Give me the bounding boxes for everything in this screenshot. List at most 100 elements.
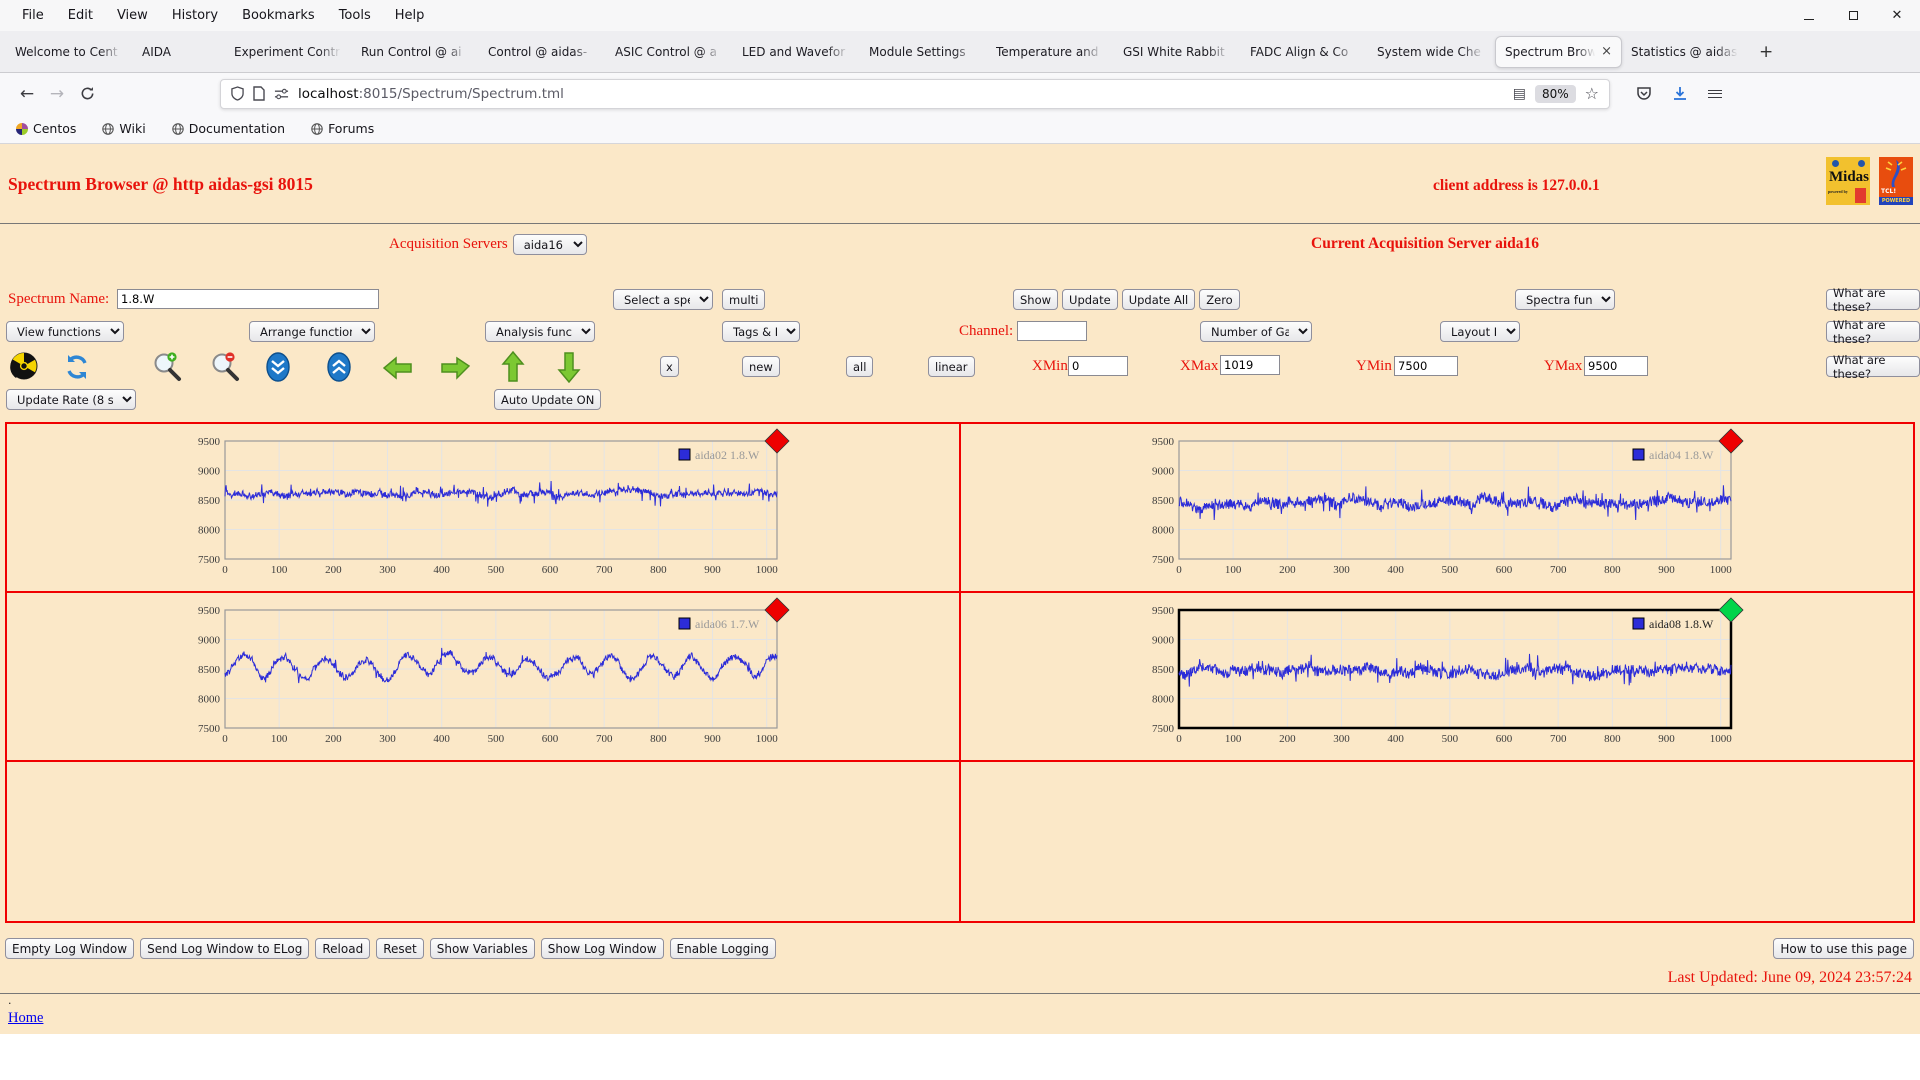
bookmark-wiki[interactable]: Wiki (102, 121, 146, 136)
show-log-window-button[interactable]: Show Log Window (540, 938, 664, 959)
reader-mode-icon[interactable]: ▤ (1513, 86, 1526, 102)
acquisition-server-select[interactable]: aida16 (512, 234, 587, 255)
x-axis-button[interactable]: x (660, 356, 679, 377)
menu-history[interactable]: History (160, 4, 230, 27)
menu-file[interactable]: File (10, 4, 56, 27)
tags-fits-select[interactable]: Tags & Fits (722, 321, 800, 342)
gallery-cell-empty-1[interactable] (5, 760, 961, 923)
update-button[interactable]: Update (1062, 289, 1118, 310)
move-down-icon[interactable] (557, 351, 581, 387)
refresh-icon[interactable] (64, 354, 90, 384)
send-log-to-elog-button[interactable]: Send Log Window to ELog (140, 938, 310, 959)
menu-bookmarks[interactable]: Bookmarks (230, 4, 327, 27)
tab-statistics[interactable]: Statistics @ aidas (1622, 36, 1749, 68)
linear-button[interactable]: linear (928, 356, 975, 377)
show-button[interactable]: Show (1013, 289, 1059, 310)
bookmark-centos[interactable]: Centos (16, 121, 76, 136)
gallery-cell-aida02[interactable]: 0 100 200 300 400 500 600 700 800 900 1000 7500 8000… (5, 422, 961, 593)
number-of-galleries-select[interactable]: Number of Galleries (1200, 321, 1312, 342)
gallery-cell-aida08[interactable]: 0 100 200 300 400 500 600 700 800 900 1000 7500 8000… (959, 591, 1915, 762)
what-are-these-button[interactable]: What are these? (1826, 353, 1920, 381)
how-to-use-button[interactable]: How to use this page (1773, 938, 1914, 959)
xmax-input[interactable] (1220, 355, 1280, 375)
all-button[interactable]: all (846, 356, 874, 377)
reload-button[interactable]: Reload (315, 938, 371, 959)
pocket-icon[interactable] (1636, 86, 1652, 102)
spectrum-name-input[interactable] (117, 289, 379, 309)
gallery-cell-aida06[interactable]: 0 100 200 300 400 500 600 700 800 900 1000 7500 8000… (5, 591, 961, 762)
zero-button[interactable]: Zero (1199, 289, 1240, 310)
xmin-input[interactable] (1068, 356, 1128, 376)
tab-system-wide-checks[interactable]: System wide Che (1368, 36, 1495, 68)
analysis-functions-select[interactable]: Analysis functions (485, 321, 595, 342)
tab-asic-control[interactable]: ASIC Control @ a (606, 36, 733, 68)
spectra-functions-select[interactable]: Spectra functions (1515, 289, 1615, 310)
tab-fadc-align[interactable]: FADC Align & Co (1241, 36, 1368, 68)
tab-temperature[interactable]: Temperature and (987, 36, 1114, 68)
enable-logging-button[interactable]: Enable Logging (669, 938, 776, 959)
select-a-spectrum[interactable]: Select a spectrum (613, 289, 713, 310)
auto-update-button[interactable]: Auto Update ON (494, 389, 602, 410)
reload-icon[interactable] (72, 79, 102, 109)
move-right-icon[interactable] (440, 356, 471, 384)
bookmark-documentation[interactable]: Documentation (171, 121, 285, 136)
reset-button[interactable]: Reset (376, 938, 424, 959)
downloads-icon[interactable] (1672, 86, 1688, 102)
tab-gsi-white-rabbit[interactable]: GSI White Rabbit (1114, 36, 1241, 68)
tab-led-waveform[interactable]: LED and Wavefor (733, 36, 860, 68)
back-icon[interactable]: ← (12, 79, 42, 109)
tab-experiment-control[interactable]: Experiment Contr (225, 36, 352, 68)
menu-help[interactable]: Help (383, 4, 437, 27)
new-tab-button[interactable]: + (1749, 42, 1783, 62)
empty-log-window-button[interactable]: Empty Log Window (5, 938, 135, 959)
layout-id-select[interactable]: Layout ID=8 (1440, 321, 1520, 342)
zoom-level-badge[interactable]: 80% (1534, 84, 1576, 103)
bookmark-star-icon[interactable]: ☆ (1585, 84, 1599, 103)
menu-edit[interactable]: Edit (56, 4, 105, 27)
arrange-functions-select[interactable]: Arrange functions (249, 321, 375, 342)
update-all-button[interactable]: Update All (1121, 289, 1196, 310)
tab-aida[interactable]: AIDA (133, 36, 225, 68)
maximize-icon[interactable] (1846, 9, 1860, 23)
scroll-up-icon[interactable] (327, 352, 351, 386)
bookmark-forums[interactable]: Forums (311, 121, 374, 136)
view-functions-select[interactable]: View functions (6, 321, 124, 342)
zoom-out-icon[interactable] (210, 352, 240, 386)
move-left-icon[interactable] (382, 356, 413, 384)
shield-icon[interactable] (231, 86, 244, 101)
red-diamond (764, 428, 790, 454)
show-variables-button[interactable]: Show Variables (429, 938, 535, 959)
multi-button[interactable]: multi (722, 289, 766, 310)
url-bar[interactable]: localhost:8015/Spectrum/Spectrum.tml ▤ 8… (220, 78, 1610, 109)
tab-control[interactable]: Control @ aidas- (479, 36, 606, 68)
move-up-icon[interactable] (501, 350, 525, 387)
ymin-input[interactable] (1394, 356, 1458, 376)
what-are-these-button[interactable]: What are these? (1826, 318, 1920, 346)
page-icon[interactable] (253, 86, 265, 101)
menu-tools[interactable]: Tools (327, 4, 383, 27)
url-text[interactable]: localhost:8015/Spectrum/Spectrum.tml (298, 86, 1504, 102)
minimize-icon[interactable] (1802, 9, 1816, 23)
menu-hamburger-icon[interactable] (1708, 87, 1722, 100)
tab-spectrum-browser-active[interactable]: Spectrum Brow × (1495, 35, 1622, 68)
tab-welcome[interactable]: Welcome to Cent (6, 36, 133, 68)
menu-view[interactable]: View (105, 4, 160, 27)
svg-text:9000: 9000 (198, 635, 221, 647)
permissions-icon[interactable] (274, 88, 289, 100)
update-rate-select[interactable]: Update Rate (8 secs) (6, 389, 136, 410)
ymax-input[interactable] (1584, 356, 1648, 376)
new-button[interactable]: new (742, 356, 780, 377)
scroll-down-icon[interactable] (266, 352, 290, 386)
home-link[interactable]: Home (8, 1010, 43, 1026)
tab-close-icon[interactable]: × (1601, 44, 1612, 59)
tab-run-control[interactable]: Run Control @ ai (352, 36, 479, 68)
forward-icon[interactable]: → (42, 79, 72, 109)
zoom-in-icon[interactable] (152, 352, 182, 386)
channel-input[interactable] (1017, 321, 1087, 341)
what-are-these-button[interactable]: What are these? (1826, 286, 1920, 314)
tab-module-settings[interactable]: Module Settings (860, 36, 987, 68)
radioactive-icon[interactable] (10, 352, 38, 384)
gallery-cell-empty-2[interactable] (959, 760, 1915, 923)
gallery-cell-aida04[interactable]: 0 100 200 300 400 500 600 700 800 900 1000 7500 8000… (959, 422, 1915, 593)
close-icon[interactable]: ✕ (1890, 8, 1904, 23)
